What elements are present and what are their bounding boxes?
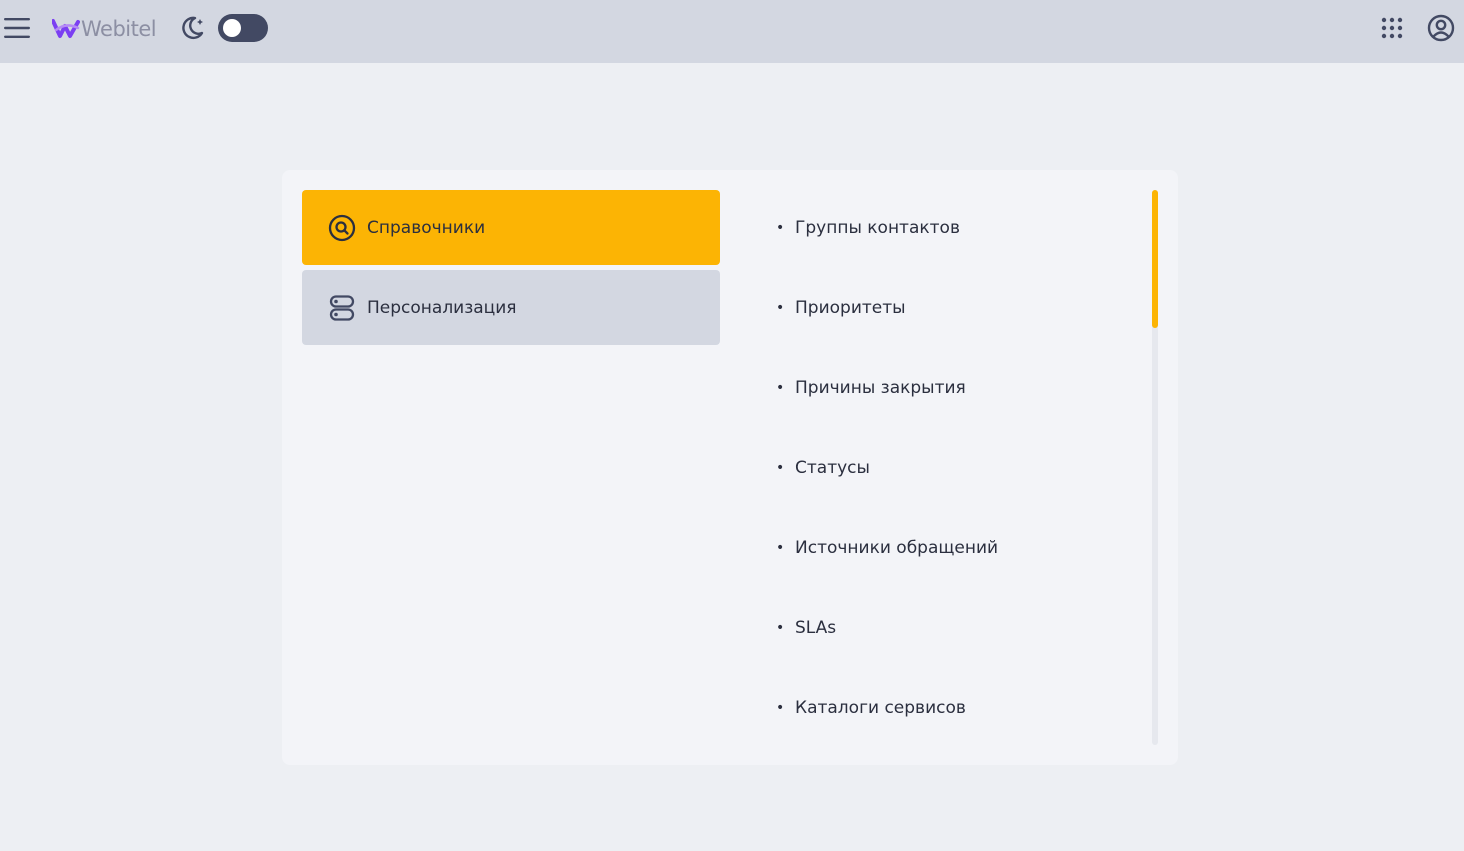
bullet: • <box>776 300 785 316</box>
list-item-label: Приоритеты <box>795 298 906 318</box>
top-bar: Webitel <box>0 0 1464 63</box>
list-item-label: SLAs <box>795 618 837 638</box>
search-circle-icon <box>328 214 356 241</box>
nav-item-label: Справочники <box>367 217 486 238</box>
list-item[interactable]: • Каталоги сервисов <box>772 670 1132 750</box>
bullet: • <box>776 380 785 396</box>
list-item[interactable]: • Источники обращений <box>772 510 1132 590</box>
bullet: • <box>776 700 785 716</box>
list-item-label: Каталоги сервисов <box>795 698 966 718</box>
directory-list: • Группы контактов • Приоритеты • Причин… <box>772 190 1132 750</box>
scrollbar-thumb[interactable] <box>1152 190 1158 328</box>
list-item[interactable]: • Группы контактов <box>772 190 1132 270</box>
toggle-knob <box>223 19 241 37</box>
hamburger-icon[interactable] <box>4 14 32 42</box>
webitel-logo[interactable]: Webitel <box>52 14 157 44</box>
nav-item-label: Персонализация <box>367 297 517 318</box>
list-item[interactable]: • Приоритеты <box>772 270 1132 350</box>
grid-icon[interactable] <box>1380 16 1404 40</box>
nav-item-directories[interactable]: Справочники <box>302 190 720 265</box>
moon-icon <box>182 16 204 40</box>
list-item[interactable]: • SLAs <box>772 590 1132 670</box>
nav-item-personalization[interactable]: Персонализация <box>302 270 720 345</box>
account-circle-icon[interactable] <box>1427 14 1455 42</box>
list-item-label: Причины закрытия <box>795 378 966 398</box>
logo-text: Webitel <box>81 17 157 41</box>
theme-toggle[interactable] <box>218 14 268 42</box>
list-item[interactable]: • Причины закрытия <box>772 350 1132 430</box>
bullet: • <box>776 460 785 476</box>
list-item-label: Источники обращений <box>795 538 999 558</box>
bullet: • <box>776 620 785 636</box>
webitel-logo-icon <box>52 19 80 38</box>
bullet: • <box>776 540 785 556</box>
list-item[interactable]: • Статусы <box>772 430 1132 510</box>
toggles-icon <box>329 294 355 321</box>
settings-card: Справочники Персонализация • Группы конт… <box>282 170 1178 765</box>
list-item-label: Группы контактов <box>795 218 960 238</box>
bullet: • <box>776 220 785 236</box>
scrollbar-track[interactable] <box>1152 190 1158 745</box>
list-item-label: Статусы <box>795 458 870 478</box>
